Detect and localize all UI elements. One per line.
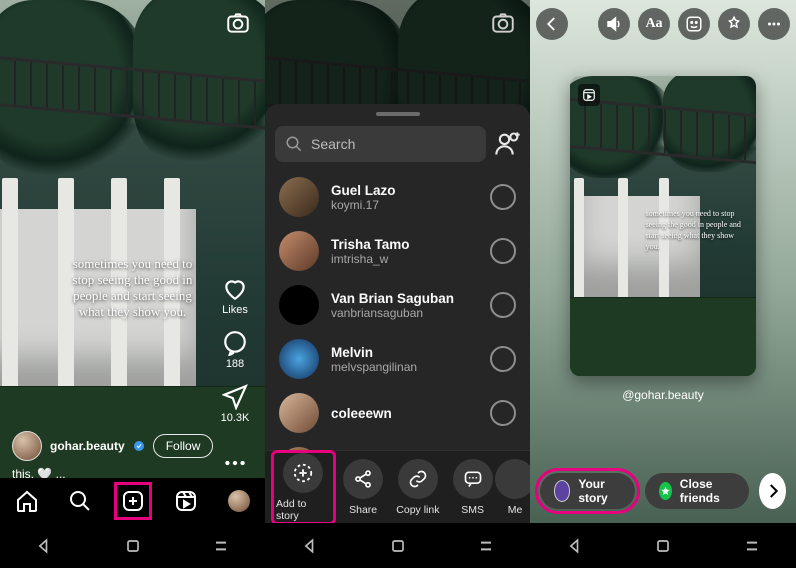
select-radio[interactable] [490,400,516,426]
reels-tab[interactable] [172,487,200,515]
verified-badge-icon [133,440,145,452]
story-preview-card[interactable]: sometimes you need to stop seeing the go… [570,76,756,376]
story-editor-screen: Aa sometimes you need to stop seeing the… [530,0,796,523]
like-button[interactable]: Likes [211,276,259,316]
select-radio[interactable] [490,292,516,318]
camera-icon[interactable] [490,10,516,36]
android-home-button[interactable] [123,536,143,556]
add-people-icon[interactable] [494,130,522,158]
effects-tool-icon[interactable] [718,8,750,40]
share-action[interactable]: Share [336,459,391,516]
share-actions-bar: Add to story Share Copy link SMS Me [265,450,530,523]
author-row: gohar.beauty Follow [12,431,213,461]
reel-quote-overlay: sometimes you need to stop seeing the go… [64,256,202,320]
search-tab[interactable] [66,487,94,515]
follow-button[interactable]: Follow [153,434,214,458]
recipient-row[interactable]: Guel Lazokoymi.17 [265,170,530,224]
share-recipients-list[interactable]: Guel Lazokoymi.17 Trisha Tamoimtrisha_w … [265,170,530,457]
android-back-button[interactable] [34,536,54,556]
android-recents-button[interactable] [211,536,231,556]
author-username[interactable]: gohar.beauty [50,439,125,453]
author-avatar[interactable] [12,431,42,461]
reels-badge-icon [578,84,600,106]
create-tab[interactable] [119,487,147,515]
share-sheet-screen: Search Guel Lazokoymi.17 Trisha Tamoimtr… [265,0,530,523]
like-count: Likes [222,304,248,316]
select-radio[interactable] [490,238,516,264]
select-radio[interactable] [490,184,516,210]
copy-link-action[interactable]: Copy link [391,459,446,516]
search-placeholder: Search [311,136,355,152]
search-field[interactable]: Search [275,126,486,162]
bottom-tab-bar [0,478,265,523]
more-options-button[interactable] [211,438,259,478]
camera-icon[interactable] [225,10,251,36]
next-button[interactable] [759,473,786,509]
add-to-story-action[interactable]: Add to story [271,450,336,524]
android-back-button[interactable] [300,536,320,556]
your-story-avatar [554,480,570,502]
search-icon [285,135,303,153]
android-home-button[interactable] [388,536,408,556]
home-tab[interactable] [13,487,41,515]
android-back-button[interactable] [565,536,585,556]
recipient-row[interactable]: Melvinmelvspangilinan [265,332,530,386]
android-recents-button[interactable] [476,536,496,556]
share-count: 10.3K [221,412,250,424]
close-friends-button[interactable]: Close friends [645,473,749,509]
profile-tab[interactable] [225,487,253,515]
story-editor-topbar: Aa [536,6,790,42]
recipient-row[interactable]: Trisha Tamoimtrisha_w [265,224,530,278]
more-tools-icon[interactable] [758,8,790,40]
more-action[interactable]: Me [500,459,530,516]
select-radio[interactable] [490,346,516,372]
android-recents-button[interactable] [742,536,762,556]
recipient-row[interactable]: coleeewn [265,386,530,440]
sms-action[interactable]: SMS [445,459,500,516]
android-nav-bar [0,523,796,568]
story-preview-quote: sometimes you need to stop seeing the go… [646,208,746,252]
sheet-drag-handle[interactable] [376,112,420,116]
back-button[interactable] [536,8,568,40]
sticker-tool-icon[interactable] [678,8,710,40]
your-story-button[interactable]: Your story [540,473,635,509]
comment-button[interactable]: 188 [211,330,259,370]
android-home-button[interactable] [653,536,673,556]
reel-view-screen: sometimes you need to stop seeing the go… [0,0,265,523]
story-mention[interactable]: @gohar.beauty [530,388,796,402]
share-sheet: Search Guel Lazokoymi.17 Trisha Tamoimtr… [265,104,530,523]
recipient-row[interactable]: Van Brian Sagubanvanbriansaguban [265,278,530,332]
share-button[interactable]: 10.3K [211,384,259,424]
close-friends-star-icon [659,482,672,500]
text-tool-icon[interactable]: Aa [638,8,670,40]
sound-toggle-icon[interactable] [598,8,630,40]
comment-count: 188 [226,358,244,370]
story-share-bar: Your story Close friends [540,471,786,511]
